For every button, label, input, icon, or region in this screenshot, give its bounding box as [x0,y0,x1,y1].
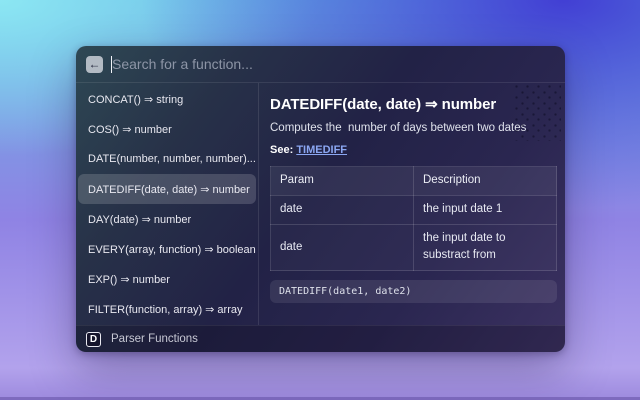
params-table: Param Description date the input date 1 … [270,166,557,271]
function-list-item-exp[interactable]: EXP() ⇒ number [78,264,256,294]
params-table-row: date the input date 1 [271,195,557,224]
param-description-cell: the input date to substract from [414,224,557,271]
function-list-item-date[interactable]: DATE(number, number, number)... [78,144,256,174]
search-input[interactable] [103,56,555,72]
function-list-item-every[interactable]: EVERY(array, function) ⇒ boolean [78,234,256,264]
params-table-header-description: Description [414,167,557,196]
param-description-cell: the input date 1 [414,195,557,224]
back-button[interactable]: ← [86,56,103,73]
function-list-item-filter[interactable]: FILTER(function, array) ⇒ array [78,294,256,324]
function-list-item-datediff[interactable]: DATEDIFF(date, date) ⇒ number [78,174,256,204]
palette-body: CONCAT() ⇒ string COS() ⇒ number DATE(nu… [76,83,565,325]
function-list-item-concat[interactable]: CONCAT() ⇒ string [78,84,256,114]
function-list: CONCAT() ⇒ string COS() ⇒ number DATE(nu… [76,83,259,325]
function-detail-panel: DATEDIFF(date, date) ⇒ number Computes t… [259,83,565,325]
params-table-header-row: Param Description [271,167,557,196]
search-input-wrap [103,46,555,82]
params-table-row: date the input date to substract from [271,224,557,271]
code-example: DATEDIFF(date1, date2) [270,280,557,303]
parser-logo-badge: D [86,332,101,347]
function-title: DATEDIFF(date, date) ⇒ number [270,95,557,113]
back-arrow-icon: ← [89,56,101,73]
footer-label: Parser Functions [111,333,198,345]
see-also-link-timediff[interactable]: TIMEDIFF [296,144,347,156]
function-list-item-day[interactable]: DAY(date) ⇒ number [78,204,256,234]
param-name-cell: date [271,224,414,271]
function-list-item-cos[interactable]: COS() ⇒ number [78,114,256,144]
palette-footer: D Parser Functions [76,325,565,352]
function-description: Computes the number of days between two … [270,122,557,134]
function-search-palette: ← CONCAT() ⇒ string COS() ⇒ number DATE(… [76,46,565,352]
param-name-cell: date [271,195,414,224]
see-also-label: See: [270,144,293,156]
text-caret [111,56,112,73]
search-bar: ← [76,46,565,83]
params-table-header-param: Param [271,167,414,196]
see-also-row: See: TIMEDIFF [270,144,557,156]
